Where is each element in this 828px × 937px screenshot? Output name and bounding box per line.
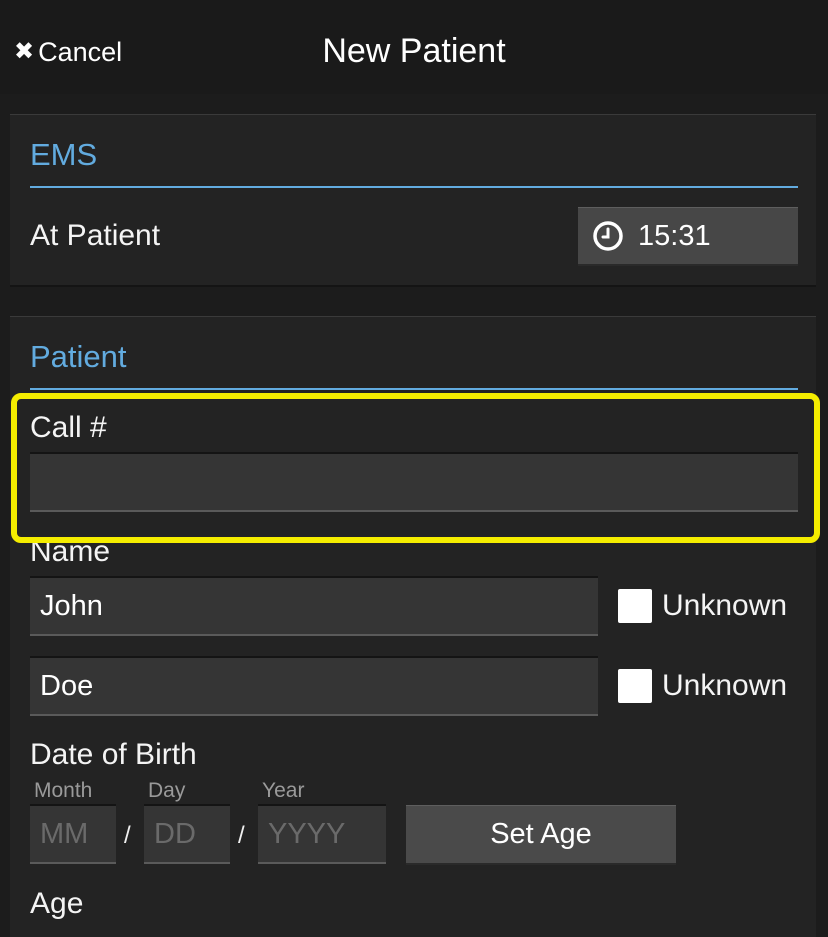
set-age-button[interactable]: Set Age: [406, 805, 676, 865]
last-name-unknown-label: Unknown: [662, 669, 788, 702]
age-label: Age: [30, 887, 84, 920]
at-patient-label: At Patient: [30, 219, 161, 252]
last-name-input[interactable]: Doe: [30, 656, 598, 716]
call-number-input[interactable]: [30, 452, 798, 512]
ems-section-divider: [30, 186, 798, 188]
year-label: Year: [262, 779, 305, 802]
ems-section-title: EMS: [30, 137, 98, 172]
call-number-label: Call #: [30, 411, 107, 444]
day-label: Day: [148, 779, 186, 802]
first-name-unknown-label: Unknown: [662, 589, 788, 622]
first-name-unknown-checkbox[interactable]: [618, 589, 652, 623]
page-title: New Patient: [322, 32, 506, 70]
at-patient-time-button[interactable]: 15:31: [578, 207, 798, 266]
day-input[interactable]: DD: [144, 804, 230, 864]
patient-section-divider: [30, 388, 798, 390]
ems-card: EMS At Patient 15:31: [10, 114, 816, 287]
date-separator: /: [124, 822, 131, 849]
patient-section-title: Patient: [30, 339, 127, 374]
year-input[interactable]: YYYY: [258, 804, 386, 864]
at-patient-time: 15:31: [638, 219, 711, 252]
last-name-unknown-checkbox[interactable]: [618, 669, 652, 703]
navigation-bar: ✖ Cancel New Patient: [0, 0, 828, 94]
date-separator: /: [238, 822, 245, 849]
month-input[interactable]: MM: [30, 804, 116, 864]
clock-icon: [593, 221, 623, 251]
first-name-input[interactable]: John: [30, 576, 598, 636]
month-label: Month: [34, 779, 93, 802]
date-of-birth-label: Date of Birth: [30, 738, 197, 771]
name-label: Name: [30, 535, 111, 568]
